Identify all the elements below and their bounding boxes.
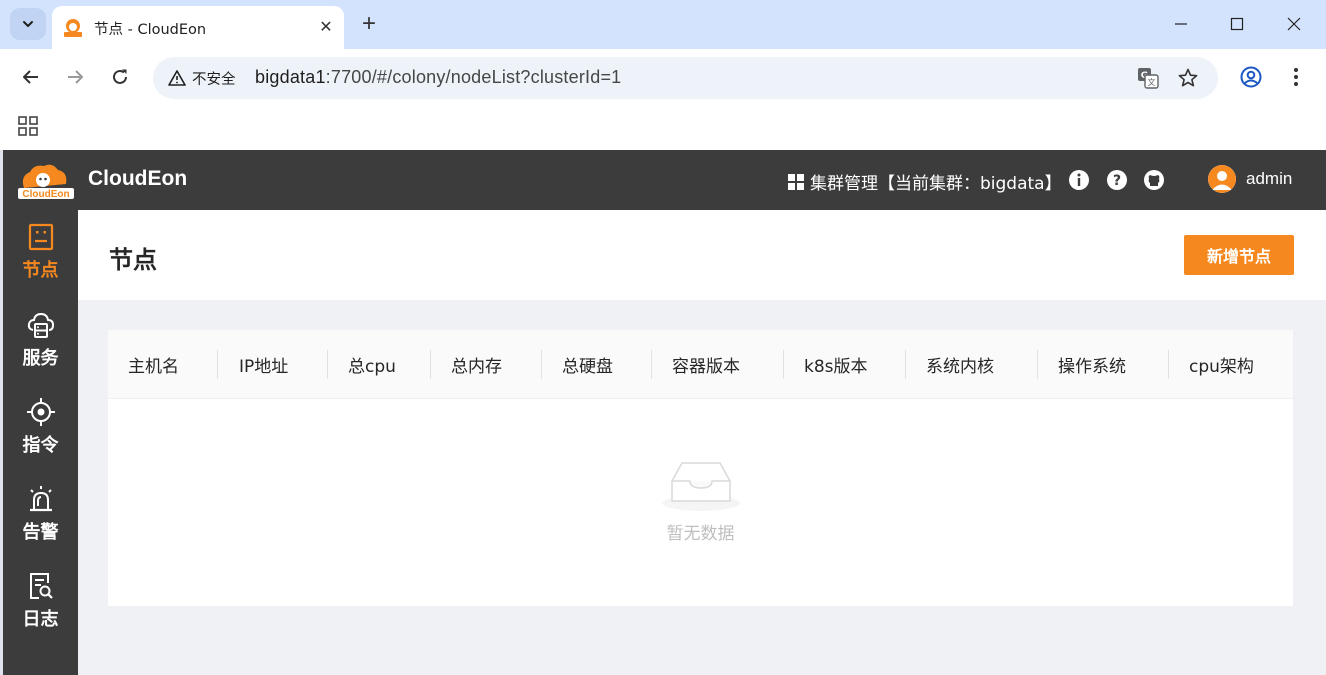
browser-tab-bar: 节点 - CloudEon ✕ + <box>0 0 1326 49</box>
sidebar-item-node[interactable]: 节点 <box>3 210 78 290</box>
reload-icon <box>113 69 127 84</box>
log-icon <box>29 573 53 599</box>
cluster-label: 集群管理【当前集群：bigdata】 <box>810 174 1062 194</box>
user-menu[interactable]: admin <box>1208 165 1292 193</box>
column-divider <box>327 350 328 379</box>
github-icon[interactable] <box>1143 169 1165 191</box>
page-title: 节点 <box>109 246 157 274</box>
sidebar-item-label: 服务 <box>22 348 59 369</box>
apps-grid-icon[interactable] <box>18 116 38 136</box>
column-divider <box>905 350 906 379</box>
empty-inbox-icon <box>662 462 740 511</box>
chevron-down-icon <box>23 21 33 27</box>
grid-icon <box>788 173 804 190</box>
translate-icon: G文 <box>1138 68 1159 89</box>
column-header[interactable]: 系统内核 <box>926 330 994 399</box>
page-header: 节点 新增节点 <box>78 210 1326 300</box>
svg-text:?: ? <box>1113 173 1121 189</box>
node-table: 主机名 IP地址 总cpu 总内存 总硬盘 容器版本 k8s版本 系统内核 操作… <box>108 330 1293 606</box>
tab-search-button[interactable] <box>10 8 46 40</box>
new-tab-button[interactable]: + <box>356 10 382 38</box>
security-chip[interactable]: 不安全 <box>160 63 246 93</box>
url-text: bigdata1:7700/#/colony/nodeList?clusterI… <box>255 67 621 88</box>
service-icon <box>27 312 54 338</box>
column-divider <box>783 350 784 379</box>
address-bar[interactable]: 不安全 bigdata1:7700/#/colony/nodeList?clus… <box>153 57 1218 99</box>
column-header[interactable]: 总硬盘 <box>562 330 613 399</box>
command-icon <box>26 398 55 426</box>
empty-state: 暂无数据 <box>108 399 1293 606</box>
maximize-icon <box>1230 17 1244 31</box>
column-header[interactable]: 容器版本 <box>672 330 740 399</box>
profile-button[interactable] <box>1236 62 1266 92</box>
cloudeon-logo[interactable]: CloudEon <box>16 162 74 200</box>
avatar <box>1208 165 1236 193</box>
sidebar-item-command[interactable]: 指令 <box>3 385 78 465</box>
browser-menu-button[interactable] <box>1281 62 1311 92</box>
empty-text: 暂无数据 <box>666 524 735 544</box>
sidebar-item-label: 节点 <box>22 260 59 281</box>
column-header[interactable]: 总内存 <box>451 330 502 399</box>
cloudeon-favicon-icon <box>64 19 82 37</box>
column-divider <box>651 350 652 379</box>
help-icon[interactable]: ? <box>1106 169 1128 191</box>
add-node-button[interactable]: 新增节点 <box>1184 235 1294 275</box>
column-divider <box>541 350 542 379</box>
table-header: 主机名 IP地址 总cpu 总内存 总硬盘 容器版本 k8s版本 系统内核 操作… <box>108 330 1293 399</box>
username: admin <box>1246 169 1293 188</box>
svg-text:文: 文 <box>1148 77 1156 87</box>
translate-button[interactable]: G文 <box>1136 66 1160 90</box>
logo-text: CloudEon <box>22 189 69 200</box>
sidebar-item-service[interactable]: 服务 <box>3 298 78 378</box>
minimize-button[interactable] <box>1166 10 1196 38</box>
star-icon <box>1178 68 1198 87</box>
arrow-left-icon <box>23 70 38 84</box>
user-icon <box>1208 165 1236 193</box>
profile-icon <box>1240 66 1262 88</box>
url-path: :7700/#/colony/nodeList?clusterId=1 <box>325 67 622 87</box>
node-icon <box>28 223 53 251</box>
column-header[interactable]: k8s版本 <box>804 330 868 399</box>
tab-close-icon[interactable]: ✕ <box>314 15 338 39</box>
column-divider <box>1168 350 1169 379</box>
more-vertical-icon <box>1294 68 1298 86</box>
minimize-icon <box>1175 23 1187 25</box>
app-root: CloudEon CloudEon 集群管理【当前集群：bigdata】 ? a… <box>3 150 1326 675</box>
brand-name: CloudEon <box>88 167 188 190</box>
column-header[interactable]: 主机名 <box>128 330 179 399</box>
column-header[interactable]: cpu架构 <box>1189 330 1254 399</box>
app-header: CloudEon CloudEon 集群管理【当前集群：bigdata】 ? a… <box>3 150 1326 210</box>
close-window-button[interactable] <box>1279 10 1309 38</box>
security-label: 不安全 <box>192 71 236 88</box>
column-divider <box>217 350 218 379</box>
alarm-icon <box>29 486 52 512</box>
column-divider <box>430 350 431 379</box>
bookmark-star-button[interactable] <box>1176 66 1200 90</box>
sidebar-item-log[interactable]: 日志 <box>3 559 78 639</box>
sidebar: 节点 服务 指令 告警 日志 <box>3 210 78 675</box>
sidebar-item-label: 告警 <box>22 522 59 543</box>
sidebar-item-alarm[interactable]: 告警 <box>3 472 78 552</box>
forward-button[interactable] <box>60 62 90 92</box>
sidebar-item-label: 日志 <box>22 609 59 630</box>
bookmarks-bar <box>0 107 1326 150</box>
warning-icon <box>168 70 186 86</box>
info-icon[interactable] <box>1068 169 1090 191</box>
column-header[interactable]: IP地址 <box>239 330 288 399</box>
cluster-management-link[interactable]: 集群管理【当前集群：bigdata】 <box>788 169 1062 194</box>
back-button[interactable] <box>16 62 46 92</box>
close-icon <box>1287 17 1301 31</box>
arrow-right-icon <box>68 70 83 84</box>
browser-toolbar: 不安全 bigdata1:7700/#/colony/nodeList?clus… <box>0 49 1326 107</box>
column-divider <box>1037 350 1038 379</box>
url-host: bigdata1 <box>255 67 326 87</box>
column-header[interactable]: 总cpu <box>348 330 396 399</box>
reload-button[interactable] <box>105 62 135 92</box>
tab-title: 节点 - CloudEon <box>94 22 207 38</box>
browser-tab[interactable]: 节点 - CloudEon ✕ <box>52 6 344 49</box>
column-header[interactable]: 操作系统 <box>1058 330 1126 399</box>
maximize-button[interactable] <box>1222 10 1252 38</box>
sidebar-item-label: 指令 <box>22 435 59 456</box>
